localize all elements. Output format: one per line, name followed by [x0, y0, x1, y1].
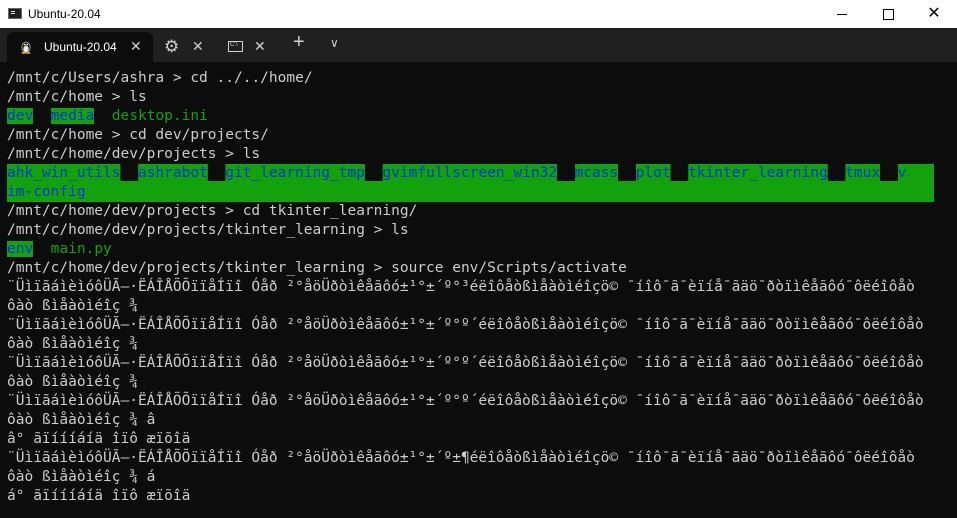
terminal-line: /mnt/c/home/dev/projects > ls — [7, 145, 260, 164]
ls-output: env main.py — [7, 240, 112, 259]
terminal-line: /mnt/c/home > cd dev/projects/ — [7, 126, 269, 145]
tab-close-icon[interactable]: ✕ — [130, 38, 142, 55]
command-text: > cd ../../home/ — [164, 70, 313, 86]
terminal-line: /mnt/c/Users/ashra > cd ../../home/ — [7, 69, 313, 88]
tab-command-prompt[interactable]: C:\ ✕ — [218, 32, 274, 62]
tab-bar: Ubuntu-20.04 ✕ ⚙ ✕ C:\ ✕ + ∨ — [0, 28, 957, 62]
new-tab-plus-icon[interactable]: + — [293, 32, 305, 52]
directory-entry: im-config — [7, 184, 86, 200]
prompt-path: /mnt/c/home/dev/projects — [7, 146, 217, 162]
tab-ubuntu[interactable]: Ubuntu-20.04 ✕ — [7, 32, 153, 62]
garbled-output: ôàò ßìåàòìéîç ¾ — [7, 374, 138, 390]
garbled-output: â° ãïíííáíä îïô æïõîä — [7, 431, 191, 447]
ls-output: dev media desktop.ini — [7, 107, 208, 126]
minimize-icon — [837, 13, 847, 15]
command-text: > ls — [103, 89, 147, 105]
terminal-line: /mnt/c/home > ls — [7, 88, 147, 107]
gear-icon: ⚙ — [164, 37, 180, 56]
directory-entry: v — [897, 165, 907, 181]
garbled-output: ôàò ßìåàòìéîç ¾ — [7, 336, 138, 352]
ls-output: im-config — [7, 183, 86, 202]
maximize-button[interactable] — [865, 0, 911, 28]
terminal-line: /mnt/c/home/dev/projects/tkinter_learnin… — [7, 259, 627, 278]
window-title: Ubuntu-20.04 — [28, 7, 101, 21]
directory-entry: tmux — [845, 165, 881, 181]
directory-entry: gvimfullscreen_win32 — [382, 165, 558, 181]
directory-entry: git_learning_tmp — [225, 165, 365, 181]
prompt-path: /mnt/c/Users/ashra — [7, 70, 165, 86]
garbled-output: ¨ÜìïãáìèìóôÜÃ–·ËÁÎÅÕÕïïåÍïî Óåð ²°åöÜðòì… — [7, 450, 915, 466]
tab-label: Ubuntu-20.04 — [44, 40, 117, 54]
prompt-path: /mnt/c/home — [7, 127, 104, 143]
garbled-output: ôàò ßìåàòìéîç ¾ á — [7, 469, 156, 485]
directory-entry: ashrabot — [137, 165, 208, 181]
file-entry: main.py — [50, 241, 112, 257]
tab-settings[interactable]: ⚙ ✕ — [156, 32, 212, 62]
close-icon: ✕ — [927, 5, 941, 22]
garbled-output: á° ãïíííáíä îïô æïõîä — [7, 488, 191, 504]
prompt-path: /mnt/c/home/dev/projects — [7, 203, 217, 219]
garbled-output: ¨ÜìïãáìèìóôÜÃ–·ËÁÎÅÕÕïïåÍïî Óåð ²°åöÜðòì… — [7, 317, 924, 333]
garbled-output: ôàò ßìåàòìéîç ¾ â — [7, 412, 156, 428]
command-text: > ls — [216, 146, 261, 162]
command-text: > cd dev/projects/ — [103, 127, 269, 143]
tab-close-icon[interactable]: ✕ — [254, 38, 266, 55]
prompt-path: /mnt/c/home/dev/projects/tkinter_learnin… — [7, 260, 365, 276]
garbled-output: ôàò ßìåàòìéîç ¾ — [7, 298, 138, 314]
directory-entry: env — [7, 241, 34, 257]
directory-entry: dev — [7, 108, 34, 124]
directory-entry: media — [50, 108, 95, 124]
command-prompt-icon: C:\ — [228, 41, 243, 52]
file-entry: desktop.ini — [111, 108, 208, 124]
command-text: > cd tkinter_learning/ — [216, 203, 418, 219]
tab-close-icon[interactable]: ✕ — [192, 38, 204, 55]
window-titlebar: Ubuntu-20.04 ✕ — [0, 0, 957, 28]
command-text: > ls — [364, 222, 409, 238]
terminal-line: /mnt/c/home/dev/projects > cd tkinter_le… — [7, 202, 417, 221]
chevron-down-icon[interactable]: ∨ — [330, 36, 339, 50]
garbled-output: ¨ÜìïãáìèìóôÜÃ–·ËÁÎÅÕÕïïåÍïî Óåð ²°åöÜðòì… — [7, 355, 924, 371]
linux-penguin-icon — [21, 41, 31, 54]
prompt-path: /mnt/c/home — [7, 89, 104, 105]
terminal-app-icon — [8, 8, 22, 19]
directory-entry: mcass — [574, 165, 619, 181]
garbled-output: ¨ÜìïãáìèìóôÜÃ–·ËÁÎÅÕÕïïåÍïî Óåð ²°åöÜðòì… — [7, 279, 915, 295]
terminal-output[interactable]: /mnt/c/Users/ashra > cd ../../home/ /mnt… — [0, 62, 957, 518]
directory-entry: ahk_win_utils — [7, 165, 121, 181]
minimize-button[interactable] — [819, 0, 865, 28]
maximize-icon — [882, 8, 894, 20]
directory-entry: plot — [635, 165, 671, 181]
ls-output: ahk_win_utils██ashrabot██git_learning_tm… — [7, 165, 907, 181]
prompt-path: /mnt/c/home/dev/projects/tkinter_learnin… — [7, 222, 365, 238]
directory-entry: tkinter_learning — [688, 165, 828, 181]
command-text: > source env/Scripts/activate — [364, 260, 627, 276]
terminal-line: /mnt/c/home/dev/projects/tkinter_learnin… — [7, 221, 409, 240]
close-window-button[interactable]: ✕ — [911, 0, 957, 28]
garbled-output: ¨ÜìïãáìèìóôÜÃ–·ËÁÎÅÕÕïïåÍïî Óåð ²°åöÜðòì… — [7, 393, 924, 409]
